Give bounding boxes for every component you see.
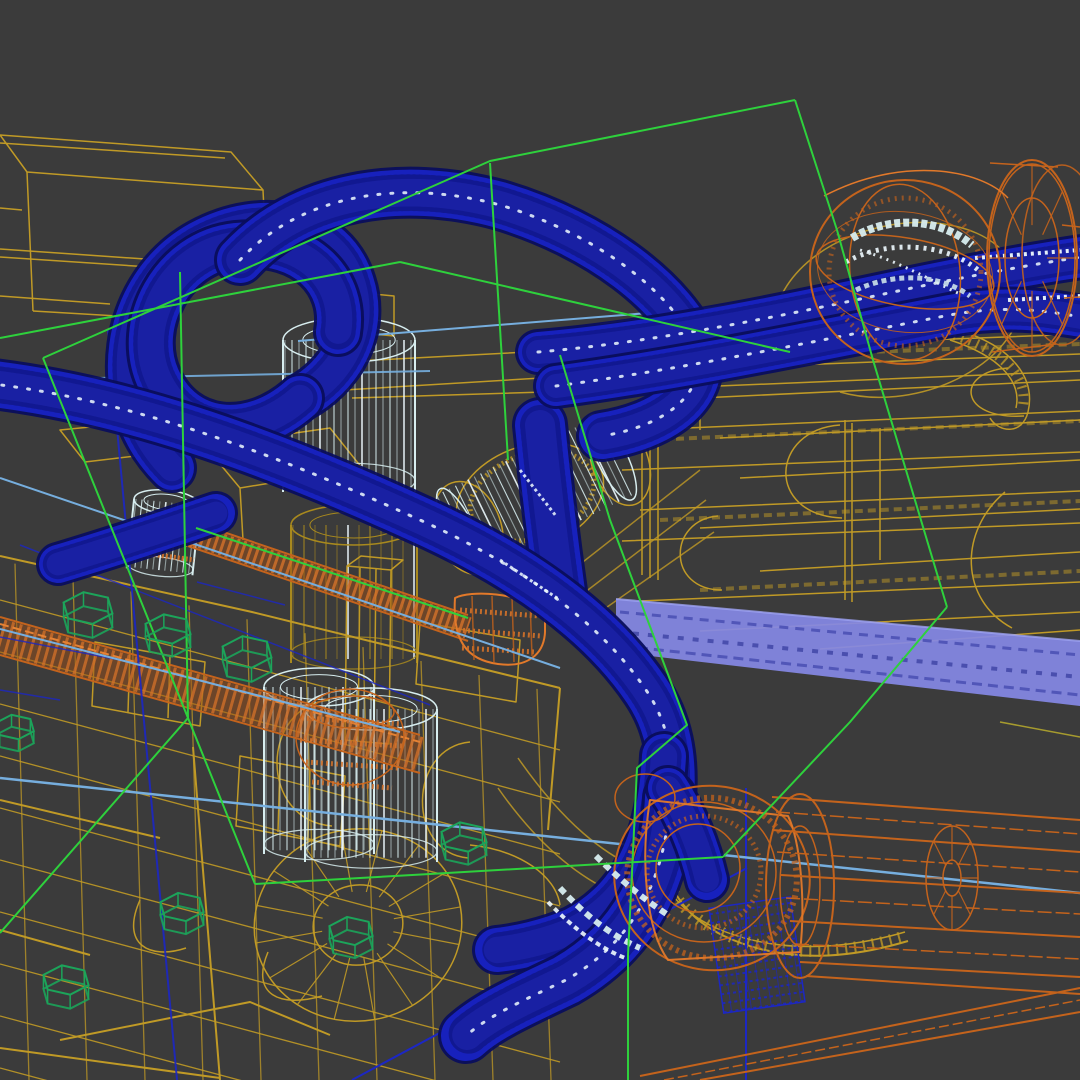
box-topleft-topface (0, 134, 264, 191)
cylinder-disc (925, 825, 979, 931)
hex-nut (62, 591, 114, 639)
cylinder-bottom (639, 987, 1080, 1080)
hex-nut (144, 613, 192, 658)
viewport-canvas[interactable] (0, 0, 1080, 1080)
corner-line (999, 721, 1080, 738)
disc-ring (469, 844, 561, 906)
cylinder-rim-inner (779, 825, 821, 947)
hex-nut (221, 635, 273, 683)
wireframe-3d-viewport[interactable] (0, 0, 1080, 1080)
sphere-top-curve (823, 169, 1009, 199)
hex-nut (42, 964, 90, 1010)
hex-nut (0, 713, 35, 753)
lblue-long (0, 776, 1080, 895)
hex-nut (328, 915, 374, 960)
radial-disc-hub (312, 884, 404, 966)
layer-green-selection (0, 99, 948, 1080)
